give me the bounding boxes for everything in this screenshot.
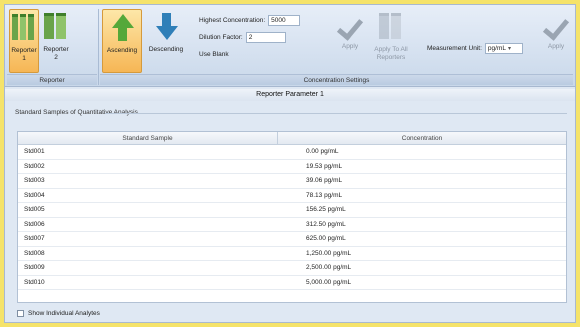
col-sample-header[interactable]: Standard Sample [18, 132, 278, 144]
sample-cell: Std003 [24, 177, 45, 184]
dilution-row: Dilution Factor: 2 [199, 32, 286, 43]
reporter-2-label: Reporter 2 [43, 46, 69, 61]
reporter-2-button[interactable]: Reporter 2 [41, 9, 71, 73]
ribbon-separator [98, 9, 99, 85]
conc-cell: 5,000.00 pg/mL [306, 278, 352, 286]
conc-cell: 39.06 pg/mL [306, 177, 343, 184]
check-icon [542, 13, 570, 41]
sample-cell: Std006 [24, 220, 45, 228]
conc-cell: 312.50 pg/mL [306, 220, 346, 228]
sample-cell: Std008 [24, 249, 45, 257]
show-individual-label[interactable]: Show Individual Analytes [28, 310, 100, 317]
conc-cell: 19.53 pg/mL [306, 162, 343, 170]
group-reporter-label: Reporter [7, 74, 97, 85]
ribbon: Reporter 1 Reporter 2 Reporter Ascending… [5, 5, 575, 87]
apply-all-button[interactable]: Apply To All Reporters [369, 9, 413, 73]
table-row[interactable]: Std002 19.53 pg/mL [18, 160, 566, 174]
use-blank-row: Use Blank [199, 51, 229, 58]
apply-all-icon [379, 13, 403, 43]
sample-cell: Std010 [24, 278, 45, 286]
chevron-down-icon: ▾ [508, 46, 512, 52]
reporter-1-label: Reporter 1 [11, 47, 37, 62]
unit-select[interactable]: pg/mL ▾ [484, 43, 523, 54]
dilution-label: Dilution Factor: [199, 34, 243, 41]
table-row[interactable]: Std007 625.00 pg/mL [18, 232, 566, 247]
page-title: Reporter Parameter 1 [5, 89, 575, 101]
table-row[interactable]: Std008 1,250.00 pg/mL [18, 247, 566, 261]
conc-cell: 625.00 pg/mL [306, 235, 346, 242]
arrow-down-icon [154, 13, 178, 43]
show-individual-row: Show Individual Analytes [17, 310, 100, 317]
use-blank-label[interactable]: Use Blank [199, 51, 229, 58]
chart-bars-icon [12, 14, 36, 44]
standards-table: Standard Sample Concentration Std001 0.00… [17, 131, 567, 303]
descending-label: Descending [148, 46, 184, 53]
ascending-label: Ascending [106, 47, 138, 54]
apply-label: Apply [341, 43, 359, 50]
highest-conc-row: Highest Concentration: 5000 [199, 15, 301, 26]
col-conc-header[interactable]: Concentration [278, 132, 566, 144]
table-row[interactable]: Std010 5,000.00 pg/mL [18, 276, 566, 290]
table-header: Standard Sample Concentration [18, 132, 566, 145]
chart-bars-icon [44, 13, 68, 43]
conc-cell: 1,250.00 pg/mL [306, 249, 352, 257]
apply-unit-label: Apply [547, 43, 565, 50]
sample-cell: Std007 [24, 235, 45, 242]
group-settings-label: Concentration Settings [100, 74, 573, 85]
highest-conc-label: Highest Concentration: [199, 17, 266, 24]
arrow-up-icon [110, 14, 134, 44]
table-row[interactable]: Std001 0.00 pg/mL [18, 145, 566, 160]
check-icon [336, 13, 364, 41]
conc-cell: 0.00 pg/mL [306, 148, 339, 155]
conc-cell: 156.25 pg/mL [306, 206, 346, 213]
conc-cell: 2,500.00 pg/mL [306, 264, 352, 271]
sample-cell: Std001 [24, 148, 45, 155]
sample-cell: Std004 [24, 191, 45, 199]
table-row[interactable]: Std005 156.25 pg/mL [18, 203, 566, 218]
unit-label: Measurement Unit: [427, 45, 482, 52]
dilution-input[interactable]: 2 [245, 32, 286, 43]
conc-cell: 78.13 pg/mL [306, 191, 343, 199]
descending-button[interactable]: Descending [145, 9, 187, 73]
sample-cell: Std002 [24, 162, 45, 170]
sample-cell: Std009 [24, 264, 45, 271]
reporter-1-button[interactable]: Reporter 1 [9, 9, 39, 73]
table-row[interactable]: Std004 78.13 pg/mL [18, 189, 566, 203]
section-divider [105, 113, 567, 114]
ascending-button[interactable]: Ascending [102, 9, 142, 73]
table-row[interactable]: Std006 312.50 pg/mL [18, 218, 566, 232]
unit-value: pg/mL [487, 45, 506, 52]
apply-button[interactable]: Apply [335, 9, 365, 73]
table-row[interactable]: Std009 2,500.00 pg/mL [18, 261, 566, 276]
table-row[interactable]: Std003 39.06 pg/mL [18, 174, 566, 189]
apply-all-label: Apply To All Reporters [374, 46, 408, 61]
show-individual-checkbox[interactable] [17, 310, 24, 317]
sample-cell: Std005 [24, 206, 45, 213]
apply-unit-button[interactable]: Apply [541, 9, 571, 73]
app-window: Reporter 1 Reporter 2 Reporter Ascending… [4, 4, 576, 323]
unit-row: Measurement Unit: pg/mL ▾ [427, 43, 523, 54]
highest-conc-input[interactable]: 5000 [268, 15, 301, 26]
